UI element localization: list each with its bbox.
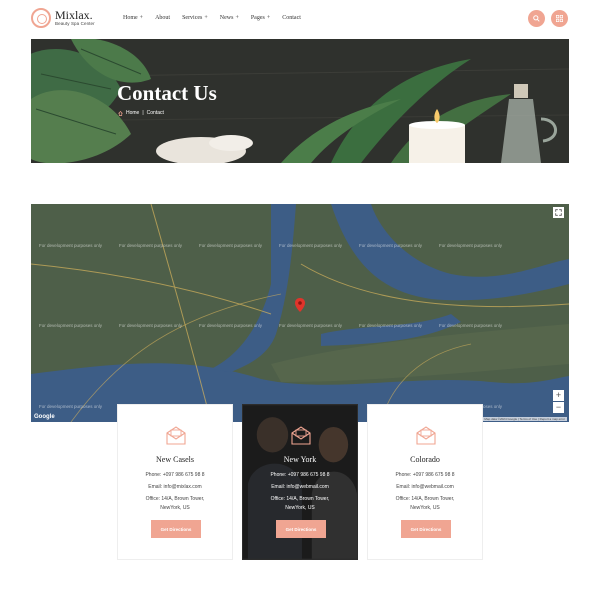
zoom-in-button[interactable]: +: [553, 390, 564, 401]
location-email: Email: info@mixlax.com: [148, 484, 202, 490]
map-watermark: For development purposes only: [119, 323, 183, 328]
map-watermark: For development purposes only: [279, 243, 343, 248]
nav-item-pages[interactable]: Pages +: [251, 15, 270, 21]
get-directions-button[interactable]: Get Directions: [401, 520, 451, 538]
mail-icon: [416, 426, 436, 445]
mail-icon: [166, 426, 186, 445]
logo[interactable]: Mixlax. Beauty Spa Center: [31, 8, 95, 28]
nav-item-services[interactable]: Services +: [182, 15, 208, 21]
map-watermark: For development purposes only: [359, 243, 423, 248]
hero-background-image: [31, 39, 569, 163]
location-name: New Casels: [156, 455, 194, 464]
location-office-city: NewYork, US: [410, 505, 440, 511]
menu-button[interactable]: [551, 10, 568, 27]
map-pin-icon[interactable]: [295, 298, 305, 312]
map-watermark: For development purposes only: [279, 323, 343, 328]
location-email: Email: info@webmail.com: [271, 484, 329, 490]
breadcrumb-home-link[interactable]: Home: [126, 110, 139, 116]
location-phone: Phone: +097 986 675 98 8: [145, 472, 205, 478]
location-map[interactable]: For development purposes only For develo…: [31, 204, 569, 422]
nav-item-home[interactable]: Home +: [123, 15, 143, 21]
google-logo: Google: [34, 414, 55, 420]
location-card: Colorado Phone: +097 986 675 98 8 Email:…: [367, 404, 483, 560]
fullscreen-button[interactable]: [553, 207, 564, 218]
site-header: Mixlax. Beauty Spa Center Home + About Se…: [0, 0, 600, 38]
map-watermark: For development purposes only: [39, 243, 103, 248]
grid-icon: [556, 15, 563, 22]
nav-item-about[interactable]: About: [155, 15, 170, 21]
location-office: Office: 14/A, Brown Tower,: [145, 496, 205, 502]
location-card-active: New York Phone: +097 986 675 98 8 Email:…: [242, 404, 358, 560]
map-terms[interactable]: Map data ©2024 Google | Terms of Use | R…: [482, 417, 567, 421]
location-office-city: NewYork, US: [160, 505, 190, 511]
get-directions-button[interactable]: Get Directions: [276, 520, 326, 538]
search-button[interactable]: [528, 10, 545, 27]
map-watermark: For development purposes only: [199, 323, 263, 328]
location-office: Office: 14/A, Brown Tower,: [270, 496, 330, 502]
location-name: New York: [283, 455, 317, 464]
map-watermark: For development purposes only: [439, 243, 503, 248]
location-email: Email: info@webmail.com: [396, 484, 454, 490]
map-watermark: For development purposes only: [39, 404, 103, 409]
location-phone: Phone: +097 986 675 98 8: [395, 472, 455, 478]
location-card: New Casels Phone: +097 986 675 98 8 Emai…: [117, 404, 233, 560]
nav-item-news[interactable]: News +: [220, 15, 239, 21]
breadcrumb-current: Contact: [146, 110, 164, 116]
location-office: Office: 14/A, Brown Tower,: [395, 496, 455, 502]
zoom-out-button[interactable]: −: [553, 402, 564, 413]
map-tiles: [31, 204, 569, 422]
nav-item-contact[interactable]: Contact: [282, 15, 301, 21]
search-icon: [533, 15, 540, 22]
map-watermark: For development purposes only: [199, 243, 263, 248]
brand-tagline: Beauty Spa Center: [55, 21, 95, 27]
map-watermark: For development purposes only: [359, 323, 423, 328]
get-directions-button[interactable]: Get Directions: [151, 520, 201, 538]
location-name: Colorado: [410, 455, 440, 464]
breadcrumb-separator: |: [142, 110, 144, 116]
map-watermark: For development purposes only: [119, 243, 183, 248]
page-hero: Contact Us Home | Contact: [31, 39, 569, 163]
brand-name: Mixlax.: [55, 8, 93, 23]
mail-icon: [291, 426, 311, 445]
location-phone: Phone: +097 986 675 98 8: [270, 472, 330, 478]
main-nav: Home + About Services + News + Pages + Conta…: [123, 15, 313, 21]
fullscreen-icon: [555, 209, 562, 216]
page-title: Contact Us: [117, 81, 217, 105]
logo-mark-icon: [31, 8, 51, 28]
home-icon: [118, 110, 123, 116]
map-watermark: For development purposes only: [439, 323, 503, 328]
breadcrumb: Home | Contact: [118, 110, 164, 116]
location-office-city: NewYork, US: [285, 505, 315, 511]
map-watermark: For development purposes only: [39, 323, 103, 328]
